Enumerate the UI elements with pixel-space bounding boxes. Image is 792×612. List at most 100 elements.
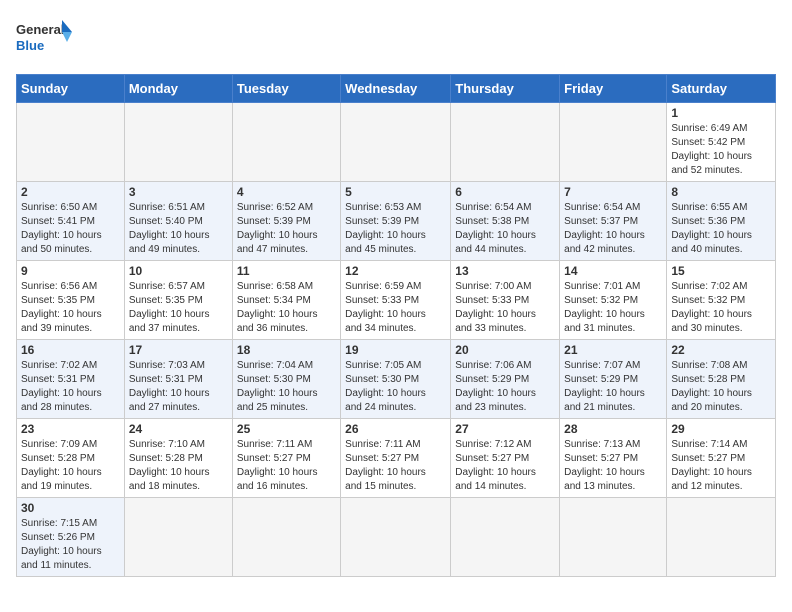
day-info: Sunrise: 6:52 AMSunset: 5:39 PMDaylight:… [237,201,336,257]
col-header-sunday: Sunday [17,75,125,103]
day-info: Sunrise: 7:11 AMSunset: 5:27 PMDaylight:… [345,438,446,494]
calendar-cell: 2Sunrise: 6:50 AMSunset: 5:41 PMDaylight… [17,182,125,261]
logo: General Blue [16,16,76,66]
day-info: Sunrise: 7:10 AMSunset: 5:28 PMDaylight:… [129,438,228,494]
day-info: Sunrise: 6:57 AMSunset: 5:35 PMDaylight:… [129,280,228,336]
day-info: Sunrise: 6:53 AMSunset: 5:39 PMDaylight:… [345,201,446,257]
calendar-cell [341,103,451,182]
day-number: 21 [564,343,662,357]
day-number: 28 [564,422,662,436]
day-number: 1 [671,106,771,120]
day-number: 16 [21,343,120,357]
calendar-cell: 26 Sunrise: 7:11 AMSunset: 5:27 PMDayligh… [341,419,451,498]
calendar-cell: 30Sunrise: 7:15 AMSunset: 5:26 PMDayligh… [17,498,125,577]
day-number: 14 [564,264,662,278]
calendar-cell: 10 Sunrise: 6:57 AMSunset: 5:35 PMDayligh… [124,261,232,340]
calendar-cell [667,498,776,577]
calendar-table: SundayMondayTuesdayWednesdayThursdayFrid… [16,74,776,577]
day-number: 24 [129,422,228,436]
calendar-cell: 11 Sunrise: 6:58 AMSunset: 5:34 PMDayligh… [232,261,340,340]
calendar-cell: 1 Sunrise: 6:49 AMSunset: 5:42 PMDaylight… [667,103,776,182]
day-info: Sunrise: 6:50 AMSunset: 5:41 PMDaylight:… [21,201,120,257]
day-number: 8 [671,185,771,199]
calendar-cell [124,498,232,577]
day-number: 4 [237,185,336,199]
day-info: Sunrise: 6:59 AMSunset: 5:33 PMDaylight:… [345,280,446,336]
calendar-cell: 24 Sunrise: 7:10 AMSunset: 5:28 PMDayligh… [124,419,232,498]
day-info: Sunrise: 7:09 AMSunset: 5:28 PMDaylight:… [21,438,120,494]
calendar-cell [451,103,560,182]
calendar-week-row: 23 Sunrise: 7:09 AMSunset: 5:28 PMDayligh… [17,419,776,498]
calendar-cell: 6 Sunrise: 6:54 AMSunset: 5:38 PMDaylight… [451,182,560,261]
calendar-cell [341,498,451,577]
day-info: Sunrise: 6:56 AMSunset: 5:35 PMDaylight:… [21,280,120,336]
day-info: Sunrise: 6:51 AMSunset: 5:40 PMDaylight:… [129,201,228,257]
day-info: Sunrise: 6:54 AMSunset: 5:37 PMDaylight:… [564,201,662,257]
day-info: Sunrise: 6:58 AMSunset: 5:34 PMDaylight:… [237,280,336,336]
day-info: Sunrise: 6:54 AMSunset: 5:38 PMDaylight:… [455,201,555,257]
calendar-cell: 3Sunrise: 6:51 AMSunset: 5:40 PMDaylight… [124,182,232,261]
calendar-cell [232,103,340,182]
calendar-cell [560,103,667,182]
calendar-cell [124,103,232,182]
day-info: Sunrise: 7:12 AMSunset: 5:27 PMDaylight:… [455,438,555,494]
calendar-week-row: 16 Sunrise: 7:02 AMSunset: 5:31 PMDayligh… [17,340,776,419]
svg-text:General: General [16,22,64,37]
day-number: 7 [564,185,662,199]
day-number: 12 [345,264,446,278]
day-number: 10 [129,264,228,278]
day-info: Sunrise: 7:06 AMSunset: 5:29 PMDaylight:… [455,359,555,415]
calendar-week-row: 2Sunrise: 6:50 AMSunset: 5:41 PMDaylight… [17,182,776,261]
calendar-cell: 17 Sunrise: 7:03 AMSunset: 5:31 PMDayligh… [124,340,232,419]
page-header: General Blue [16,16,776,66]
col-header-friday: Friday [560,75,667,103]
calendar-cell: 16 Sunrise: 7:02 AMSunset: 5:31 PMDayligh… [17,340,125,419]
calendar-cell: 4 Sunrise: 6:52 AMSunset: 5:39 PMDaylight… [232,182,340,261]
col-header-thursday: Thursday [451,75,560,103]
day-info: Sunrise: 7:13 AMSunset: 5:27 PMDaylight:… [564,438,662,494]
day-info: Sunrise: 7:11 AMSunset: 5:27 PMDaylight:… [237,438,336,494]
calendar-cell: 9 Sunrise: 6:56 AMSunset: 5:35 PMDaylight… [17,261,125,340]
day-number: 27 [455,422,555,436]
day-number: 20 [455,343,555,357]
generalblue-logo: General Blue [16,16,76,66]
calendar-cell: 5 Sunrise: 6:53 AMSunset: 5:39 PMDaylight… [341,182,451,261]
calendar-week-row: 30Sunrise: 7:15 AMSunset: 5:26 PMDayligh… [17,498,776,577]
day-info: Sunrise: 6:55 AMSunset: 5:36 PMDaylight:… [671,201,771,257]
day-info: Sunrise: 7:03 AMSunset: 5:31 PMDaylight:… [129,359,228,415]
day-info: Sunrise: 7:04 AMSunset: 5:30 PMDaylight:… [237,359,336,415]
day-info: Sunrise: 7:08 AMSunset: 5:28 PMDaylight:… [671,359,771,415]
day-number: 13 [455,264,555,278]
day-number: 23 [21,422,120,436]
day-info: Sunrise: 7:01 AMSunset: 5:32 PMDaylight:… [564,280,662,336]
col-header-saturday: Saturday [667,75,776,103]
day-number: 22 [671,343,771,357]
day-number: 6 [455,185,555,199]
day-number: 17 [129,343,228,357]
day-info: Sunrise: 7:14 AMSunset: 5:27 PMDaylight:… [671,438,771,494]
day-number: 18 [237,343,336,357]
calendar-cell [232,498,340,577]
day-number: 26 [345,422,446,436]
day-number: 19 [345,343,446,357]
day-info: Sunrise: 7:15 AMSunset: 5:26 PMDaylight:… [21,517,120,573]
col-header-tuesday: Tuesday [232,75,340,103]
calendar-cell: 15Sunrise: 7:02 AMSunset: 5:32 PMDayligh… [667,261,776,340]
calendar-week-row: 9 Sunrise: 6:56 AMSunset: 5:35 PMDaylight… [17,261,776,340]
calendar-cell: 27 Sunrise: 7:12 AMSunset: 5:27 PMDayligh… [451,419,560,498]
day-info: Sunrise: 7:02 AMSunset: 5:32 PMDaylight:… [671,280,771,336]
calendar-cell: 13Sunrise: 7:00 AMSunset: 5:33 PMDayligh… [451,261,560,340]
day-number: 11 [237,264,336,278]
col-header-monday: Monday [124,75,232,103]
day-info: Sunrise: 7:05 AMSunset: 5:30 PMDaylight:… [345,359,446,415]
col-header-wednesday: Wednesday [341,75,451,103]
calendar-cell: 21Sunrise: 7:07 AMSunset: 5:29 PMDayligh… [560,340,667,419]
day-info: Sunrise: 7:02 AMSunset: 5:31 PMDaylight:… [21,359,120,415]
calendar-cell: 12 Sunrise: 6:59 AMSunset: 5:33 PMDayligh… [341,261,451,340]
calendar-cell [17,103,125,182]
day-number: 5 [345,185,446,199]
day-number: 9 [21,264,120,278]
day-number: 25 [237,422,336,436]
calendar-cell: 29Sunrise: 7:14 AMSunset: 5:27 PMDayligh… [667,419,776,498]
day-info: Sunrise: 6:49 AMSunset: 5:42 PMDaylight:… [671,122,771,178]
